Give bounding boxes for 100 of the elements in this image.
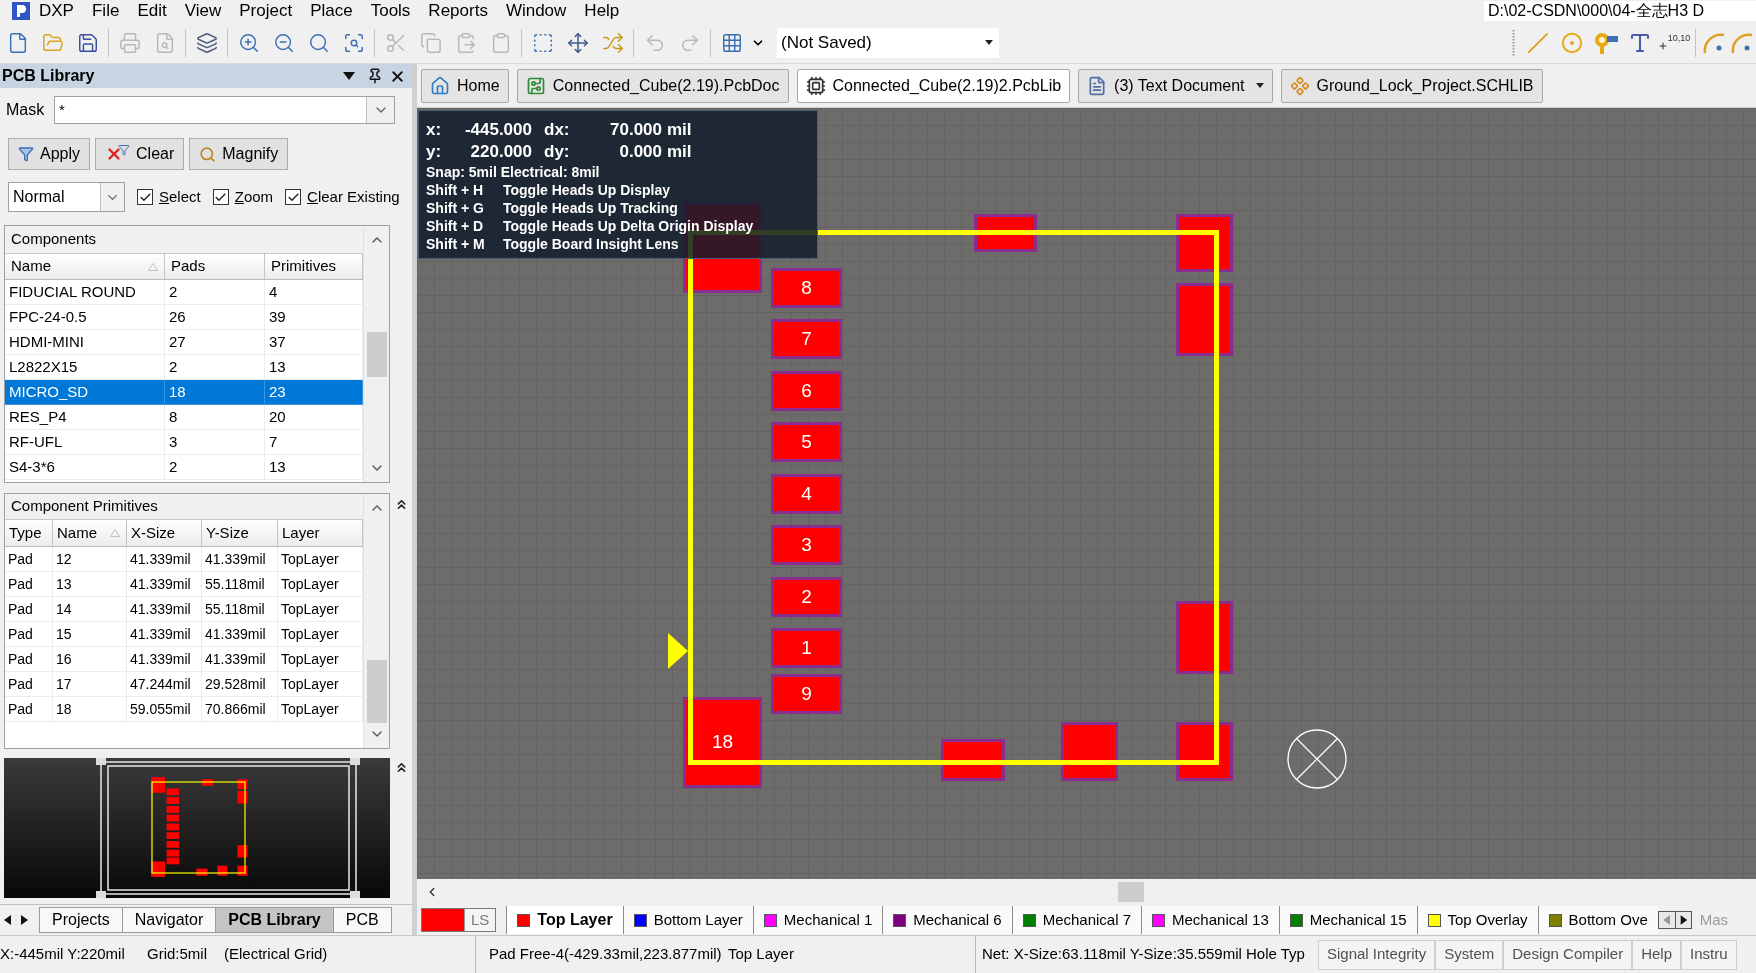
zoom-in-icon[interactable] bbox=[237, 31, 260, 54]
table-row[interactable]: RF-UFL 3 7 bbox=[5, 430, 363, 455]
layer-tab[interactable]: Mechanical 6 bbox=[882, 906, 1012, 934]
checkbox[interactable] bbox=[285, 189, 302, 205]
menu-item[interactable]: Edit bbox=[128, 1, 176, 21]
table-cell: 15 bbox=[53, 622, 127, 647]
column-header[interactable]: Pads bbox=[165, 254, 265, 279]
mode-dropdown[interactable]: Normal bbox=[8, 182, 125, 212]
grid-size: Grid:5mil bbox=[147, 944, 208, 965]
column-header[interactable]: Name bbox=[5, 254, 165, 279]
panel-button[interactable]: Help bbox=[1632, 939, 1681, 970]
column-header[interactable]: X-Size bbox=[127, 520, 202, 546]
layer-name: Top Layer bbox=[728, 944, 794, 965]
table-cell: 41.339mil bbox=[202, 547, 278, 572]
arc-icon[interactable] bbox=[1703, 31, 1725, 54]
layer-tab[interactable]: Mechanical 1 bbox=[752, 906, 883, 934]
tab-scroll-right-icon[interactable] bbox=[21, 915, 28, 925]
menu-item[interactable]: Project bbox=[230, 1, 302, 21]
panel-tab[interactable]: PCB Library bbox=[215, 907, 334, 933]
panel-tab[interactable]: Navigator bbox=[121, 907, 217, 933]
menu-item[interactable]: DXP bbox=[30, 1, 83, 21]
layer-tab[interactable]: Bottom Layer bbox=[622, 906, 753, 934]
menu-item[interactable]: Tools bbox=[361, 1, 420, 21]
document-tab[interactable]: Home bbox=[421, 68, 509, 103]
table-row[interactable]: HDMI-MINI 27 37 bbox=[5, 330, 363, 355]
table-row[interactable]: FPC-24-0.5 26 39 bbox=[5, 305, 363, 330]
coordinate-button[interactable]: 10,10 bbox=[1657, 32, 1691, 53]
table-cell: 12 bbox=[53, 547, 127, 572]
panel-tab[interactable]: PCB bbox=[332, 907, 392, 933]
zoom-out-icon[interactable] bbox=[272, 31, 295, 54]
layer-tab[interactable]: Bottom Ove bbox=[1537, 906, 1658, 934]
panel-button[interactable]: Instru bbox=[1681, 939, 1737, 970]
panel-button[interactable]: Signal Integrity bbox=[1318, 939, 1436, 970]
unit-label: mil bbox=[667, 141, 692, 163]
table-row[interactable]: S4-3*6 2 13 bbox=[5, 455, 363, 480]
column-header[interactable]: Primitives bbox=[265, 254, 363, 279]
panel-tab[interactable]: Projects bbox=[39, 907, 123, 933]
pad: 5 bbox=[771, 422, 842, 462]
move-icon[interactable] bbox=[566, 31, 589, 54]
dropdown-triangle-icon[interactable] bbox=[343, 72, 355, 80]
current-layer-button[interactable]: LS bbox=[421, 908, 497, 932]
document-tab[interactable]: Connected_Cube(2.19).PcbDoc bbox=[516, 68, 789, 103]
caret-icon[interactable] bbox=[1255, 83, 1264, 88]
scrollbar-thumb[interactable] bbox=[366, 332, 387, 377]
layer-tab[interactable]: Mechanical 15 bbox=[1278, 906, 1417, 934]
app-logo-icon[interactable] bbox=[12, 2, 30, 20]
scrollbar-thumb[interactable] bbox=[1118, 882, 1144, 902]
coordinate-value: 220.000 bbox=[469, 141, 532, 163]
menu-item[interactable]: Reports bbox=[419, 1, 497, 21]
scrollbar-thumb[interactable] bbox=[366, 660, 387, 723]
zoom-area-icon[interactable] bbox=[342, 31, 365, 54]
panel-button[interactable]: Magnify bbox=[189, 138, 289, 170]
panel-button[interactable]: System bbox=[1435, 939, 1504, 970]
menu-item[interactable]: Place bbox=[301, 1, 362, 21]
circle-dot-icon[interactable] bbox=[1561, 31, 1583, 54]
column-header[interactable]: Y-Size bbox=[202, 520, 278, 546]
table-cell: Pad bbox=[5, 622, 53, 647]
magnifier-icon[interactable] bbox=[307, 31, 330, 54]
view-dropdown[interactable]: (Not Saved) bbox=[777, 27, 999, 58]
panel-button[interactable]: Clear bbox=[95, 138, 185, 170]
menu-item[interactable]: Window bbox=[496, 1, 576, 21]
document-tab[interactable]: (3) Text Document bbox=[1078, 68, 1273, 103]
layer-tab[interactable]: Mechanical 7 bbox=[1011, 906, 1142, 934]
column-header[interactable]: Layer bbox=[278, 520, 363, 546]
table-row[interactable]: RES_P4 8 20 bbox=[5, 405, 363, 430]
ring-and-flag-icon[interactable] bbox=[1594, 31, 1618, 54]
column-header[interactable]: Type bbox=[5, 520, 53, 546]
shortcut-keys: Shift + H bbox=[426, 181, 503, 199]
shortcut-action: Toggle Board Insight Lens bbox=[503, 235, 679, 253]
column-header[interactable]: Name bbox=[53, 520, 127, 546]
table-cell: 29.528mil bbox=[202, 672, 278, 697]
delta-value: 70.000 bbox=[609, 119, 662, 141]
arc-icon[interactable] bbox=[1731, 31, 1753, 54]
panel-button[interactable]: Apply bbox=[8, 138, 91, 170]
table-cell: 70.866mil bbox=[202, 697, 278, 722]
checkbox[interactable] bbox=[212, 189, 229, 205]
menu-item[interactable]: Help bbox=[575, 1, 629, 21]
grid-icon[interactable] bbox=[720, 31, 743, 54]
pad: 6 bbox=[771, 371, 842, 411]
menu-item[interactable]: View bbox=[175, 1, 231, 21]
table-row[interactable]: FIDUCIAL ROUND 2 4 bbox=[5, 280, 363, 305]
section-header: Component Primitives bbox=[5, 494, 363, 520]
layer-tab[interactable]: Top Overlay bbox=[1416, 906, 1538, 934]
layer-tab[interactable]: Top Layer bbox=[506, 906, 623, 934]
dashed-rectangle-icon[interactable] bbox=[531, 31, 554, 54]
table-row[interactable]: L2822X15 2 13 bbox=[5, 355, 363, 380]
menu-item[interactable]: File bbox=[82, 1, 129, 21]
checkbox[interactable] bbox=[137, 189, 153, 205]
document-path: D:\02-CSDN\000\04-全志H3 D bbox=[1484, 1, 1756, 21]
table-row[interactable]: MICRO_SD 18 23 bbox=[5, 380, 363, 405]
layer-tab[interactable]: Mechanical 13 bbox=[1141, 906, 1279, 934]
document-tab[interactable]: Connected_Cube(2.19)2.PcbLib bbox=[796, 68, 1071, 103]
pin-icon[interactable] bbox=[367, 68, 383, 84]
document-tab[interactable]: Ground_Lock_Project.SCHLIB bbox=[1280, 68, 1543, 103]
mask-field[interactable]: * bbox=[54, 96, 395, 124]
table-cell: 41.339mil bbox=[202, 622, 278, 647]
tab-scroll-left-icon[interactable] bbox=[4, 915, 11, 925]
panel-button[interactable]: Design Compiler bbox=[1503, 939, 1633, 970]
shortcut-keys: Shift + D bbox=[426, 217, 503, 235]
layers-icon[interactable] bbox=[195, 31, 218, 54]
